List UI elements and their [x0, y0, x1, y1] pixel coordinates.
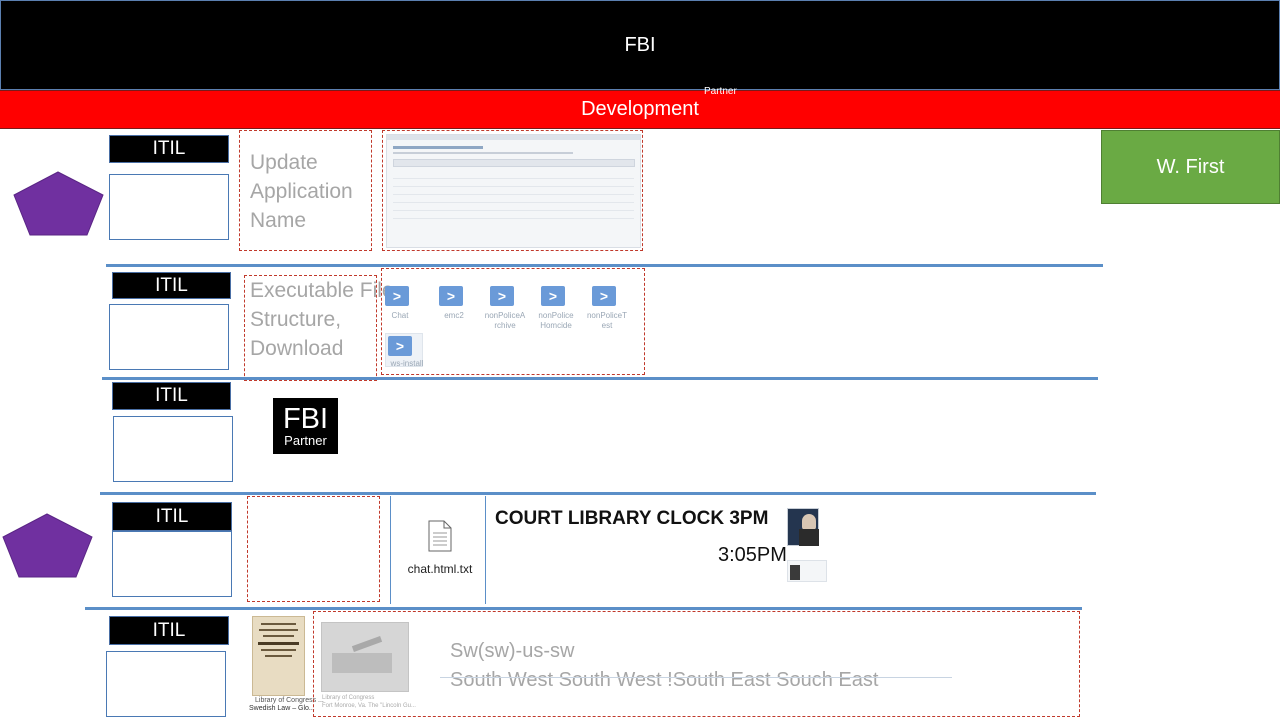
executable-structure-panel: Executable File Structure, Download [244, 275, 394, 381]
fort-monroe-image [321, 622, 409, 692]
partner-note: Partner [704, 86, 737, 97]
thumbnail-small [787, 560, 827, 582]
file-name: nonPolice Homcide [538, 311, 574, 330]
itil-label-text: ITIL [152, 619, 186, 641]
file-name: nonPoliceA rchive [484, 311, 526, 330]
file-name: emc2 [444, 311, 464, 320]
powershell-icon: > [385, 286, 409, 306]
empty-dashed-panel [247, 496, 380, 602]
column-separator [390, 496, 391, 604]
itil-label-2[interactable]: ITIL [112, 272, 231, 299]
file-item[interactable]: > emc2 [439, 286, 469, 321]
row-divider-2 [102, 377, 1098, 380]
powershell-icon: > [541, 286, 565, 306]
pentagon-shape-1 [13, 171, 104, 236]
header-title: FBI [624, 33, 656, 56]
image-caption: Library of Congress [322, 695, 375, 701]
panel-text-line: Download [250, 337, 344, 360]
panel-text-line: Update [250, 151, 318, 174]
file-item[interactable]: > Chat [385, 286, 415, 321]
old-document-image [252, 616, 305, 696]
sw-line-1: Sw(sw)-us-sw [450, 640, 575, 662]
enterprise-apps-screenshot [382, 130, 643, 251]
itil-box-3[interactable] [113, 416, 233, 482]
itil-label-5[interactable]: ITIL [109, 616, 229, 645]
powershell-icon: > [439, 286, 463, 306]
panel-text-line: Structure, [250, 308, 342, 331]
column-separator [485, 496, 486, 604]
profile-thumbnail [787, 508, 819, 546]
powershell-icon: > [388, 336, 412, 356]
update-app-name-panel: Update Application Name [239, 130, 372, 251]
clock-title: COURT LIBRARY CLOCK 3PM [495, 508, 769, 529]
itil-label-4[interactable]: ITIL [112, 502, 232, 531]
w-first-button[interactable]: W. First [1101, 130, 1280, 204]
fbi-partner-logo: FBI Partner [273, 398, 338, 454]
logo-main: FBI [282, 403, 329, 435]
itil-label-3[interactable]: ITIL [112, 382, 231, 410]
file-name: Chat [391, 311, 409, 320]
itil-label-1[interactable]: ITIL [109, 135, 229, 163]
development-bar: Development [0, 90, 1280, 129]
sw-panel: Library of Congress Fort Monroe, Va. The… [313, 611, 1080, 717]
file-name: ws-install [390, 359, 424, 368]
w-first-label: W. First [1156, 155, 1225, 178]
itil-box-1[interactable] [109, 174, 229, 240]
panel-text-line: Name [250, 209, 307, 232]
itil-box-2[interactable] [109, 304, 229, 370]
powershell-icon: > [490, 286, 514, 306]
file-name: nonPoliceT est [586, 311, 628, 330]
itil-label-text: ITIL [155, 505, 189, 527]
document-icon [428, 520, 452, 552]
itil-label-text: ITIL [155, 274, 188, 296]
image-caption: Swedish Law – Glo... [249, 705, 315, 712]
powershell-icon: > [592, 286, 616, 306]
itil-label-text: ITIL [155, 385, 188, 406]
row-divider-1 [106, 264, 1103, 267]
row-divider-4 [85, 607, 1082, 610]
development-title: Development [581, 98, 699, 120]
doc-file-name: chat.html.txt [407, 562, 473, 576]
strike-line [440, 677, 952, 678]
doc-file-item[interactable]: chat.html.txt [400, 520, 480, 576]
itil-box-4[interactable] [112, 531, 232, 597]
file-item[interactable]: > nonPoliceT est [587, 286, 627, 331]
image-caption: Fort Monroe, Va. The "Lincoln Gu... [322, 703, 416, 709]
clock-time: 3:05PM [718, 544, 787, 566]
header-banner: FBI [0, 0, 1280, 90]
row-divider-3 [100, 492, 1096, 495]
logo-sub: Partner [284, 433, 327, 448]
file-item-selected[interactable]: > ws-install [385, 333, 423, 368]
file-item[interactable]: > nonPolice Homcide [538, 286, 574, 331]
panel-text-line: Executable File [250, 279, 394, 302]
sw-line-2: South West South West !South East Souch … [450, 669, 879, 691]
app-list-thumbnail [386, 134, 641, 248]
pentagon-shape-2 [2, 513, 93, 578]
file-explorer-panel: > Chat > emc2 > nonPoliceA rchive > nonP… [381, 268, 645, 375]
itil-label-text: ITIL [152, 138, 186, 159]
file-item[interactable]: > nonPoliceA rchive [485, 286, 525, 331]
panel-text-line: Application [250, 180, 353, 203]
itil-box-5[interactable] [106, 651, 226, 717]
